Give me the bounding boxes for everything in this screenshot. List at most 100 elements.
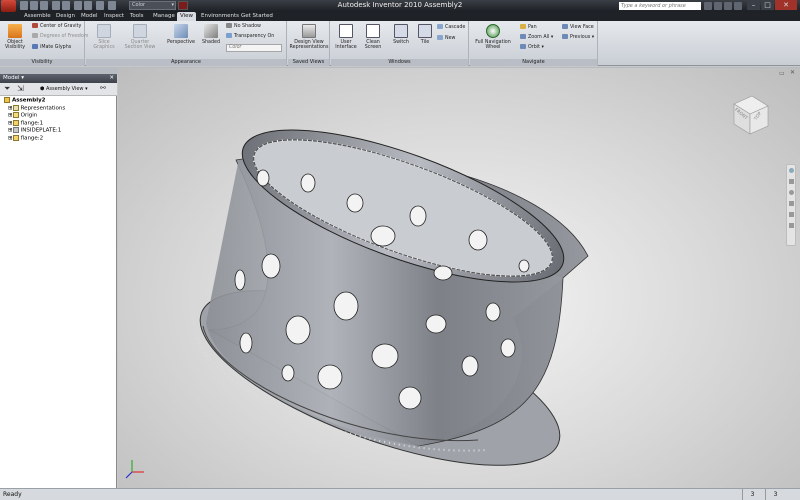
tree-item-label: INSIDEPLATE:1 bbox=[20, 127, 62, 134]
clean-screen-button[interactable]: Clean Screen bbox=[359, 40, 387, 50]
quarter-section-view-icon[interactable] bbox=[133, 24, 147, 38]
new-window-icon bbox=[437, 35, 443, 40]
switch-button[interactable]: Switch bbox=[389, 40, 413, 45]
look-at-icon[interactable] bbox=[788, 212, 794, 217]
slice-graphics-icon[interactable] bbox=[97, 24, 111, 38]
object-visibility-icon[interactable] bbox=[8, 24, 22, 38]
tab-get-started[interactable]: Get Started bbox=[238, 12, 276, 21]
saved-views-panel: Design View Representations Saved Views bbox=[288, 21, 330, 66]
close-button[interactable]: ✕ bbox=[775, 0, 797, 10]
tab-environments[interactable]: Environments bbox=[198, 12, 242, 21]
hierarchy-icon[interactable]: ⇲ bbox=[17, 84, 24, 93]
pan-button[interactable]: Pan bbox=[520, 24, 537, 31]
slice-graphics-button[interactable]: Slice Graphics bbox=[88, 40, 120, 50]
navigation-bar bbox=[786, 164, 796, 246]
browser-tree: Assembly2 ⊞ Representations ⊞ Origin ⊞ flan… bbox=[2, 97, 114, 142]
browser-title: Model bbox=[3, 75, 20, 81]
axis-triad bbox=[125, 460, 144, 479]
close-icon[interactable]: ✕ bbox=[109, 74, 114, 83]
shaded-button[interactable]: Shaded bbox=[199, 40, 223, 45]
object-visibility-button[interactable]: Object Visibility bbox=[1, 40, 29, 50]
pan-label: Pan bbox=[528, 25, 537, 30]
tree-item[interactable]: ⊞ INSIDEPLATE:1 bbox=[4, 127, 116, 135]
view-face-label: View Face bbox=[570, 25, 594, 30]
switch-icon[interactable] bbox=[394, 24, 408, 38]
degrees-of-freedom-button[interactable]: Degrees of Freedom bbox=[32, 33, 88, 40]
close-icon[interactable]: ✕ bbox=[790, 69, 795, 76]
assembly-view-icon: ⬢ bbox=[40, 86, 45, 92]
tree-item[interactable]: ⊞ Representations bbox=[4, 104, 116, 113]
view-face-button[interactable]: View Face bbox=[562, 24, 594, 31]
cascade-label: Cascade bbox=[445, 25, 466, 30]
shaded-icon[interactable] bbox=[204, 24, 218, 38]
binoculars-icon[interactable] bbox=[704, 2, 712, 10]
status-count-2: 3 bbox=[765, 489, 785, 500]
transparency-button[interactable]: Transparency On bbox=[226, 33, 274, 40]
search-input[interactable]: Type a keyword or phrase bbox=[619, 2, 701, 10]
tree-item[interactable]: ⊞ flange:2 bbox=[4, 134, 116, 143]
binoculars-icon[interactable]: ⚯ bbox=[100, 84, 106, 92]
orbit-icon bbox=[520, 44, 526, 49]
view-face-icon[interactable] bbox=[788, 223, 794, 228]
star-icon[interactable] bbox=[724, 2, 732, 10]
tile-button[interactable]: Tile bbox=[415, 40, 435, 45]
perspective-icon[interactable] bbox=[174, 24, 188, 38]
previous-view-button[interactable]: Previous ▾ bbox=[562, 34, 594, 41]
navigation-wheel-icon[interactable] bbox=[486, 24, 500, 38]
visibility-panel-label: Visibility bbox=[0, 59, 84, 66]
model-graphics bbox=[125, 129, 589, 479]
center-of-gravity-label: Center of Gravity bbox=[40, 24, 82, 29]
tab-view[interactable]: View bbox=[177, 12, 197, 21]
previous-view-label: Previous bbox=[570, 35, 591, 40]
user-interface-icon[interactable] bbox=[339, 24, 353, 38]
zoom-all-button[interactable]: Zoom All ▾ bbox=[520, 34, 553, 41]
zoom-all-label: Zoom All bbox=[528, 35, 550, 40]
restore-icon[interactable]: ▭ bbox=[779, 70, 785, 77]
tree-item-label: Origin bbox=[20, 112, 38, 119]
graphics-viewport[interactable]: FRONT TOP ▭ ✕ bbox=[118, 68, 800, 488]
subscription-icon[interactable] bbox=[714, 2, 722, 10]
no-shadow-button[interactable]: No Shadow bbox=[226, 23, 261, 30]
zoom-icon[interactable] bbox=[788, 190, 794, 195]
design-view-representations-button[interactable]: Design View Representations bbox=[288, 40, 330, 50]
maximize-button[interactable]: □ bbox=[761, 0, 774, 10]
perspective-button[interactable]: Perspective bbox=[162, 40, 200, 45]
design-view-representations-icon[interactable] bbox=[302, 24, 316, 38]
center-of-gravity-icon bbox=[32, 23, 38, 28]
minimize-button[interactable]: – bbox=[747, 0, 760, 10]
windows-panel-label: Windows bbox=[331, 59, 468, 66]
pan-icon[interactable] bbox=[788, 179, 794, 184]
tree-item[interactable]: ⊞ flange:1 bbox=[4, 119, 116, 128]
visibility-panel: Object Visibility Center of Gravity Degr… bbox=[0, 21, 88, 66]
imate-glyphs-button[interactable]: iMate Glyphs bbox=[32, 44, 71, 51]
tile-icon[interactable] bbox=[418, 24, 432, 38]
tab-model[interactable]: Model bbox=[78, 12, 101, 21]
tab-design[interactable]: Design bbox=[53, 12, 78, 21]
tab-manage[interactable]: Manage bbox=[150, 12, 178, 21]
chevron-down-icon[interactable]: ▾ bbox=[21, 75, 24, 81]
viewcube[interactable]: FRONT TOP bbox=[730, 94, 770, 136]
status-count-1: 3 bbox=[742, 489, 762, 500]
tree-item[interactable]: ⊞ Origin bbox=[4, 112, 116, 120]
filter-icon[interactable]: ⏷ bbox=[4, 84, 10, 94]
steering-wheel-icon[interactable] bbox=[788, 168, 794, 173]
cascade-button[interactable]: Cascade bbox=[437, 24, 465, 31]
new-window-button[interactable]: New bbox=[437, 35, 455, 42]
assembly-view-label: Assembly View bbox=[45, 86, 84, 92]
folder-icon bbox=[12, 112, 19, 118]
browser-toolbar: ⏷ ⇲ ⬢ Assembly View ▾ ⚯ bbox=[0, 83, 117, 96]
tree-item-root[interactable]: Assembly2 bbox=[4, 97, 116, 105]
user-interface-button[interactable]: User Interface bbox=[333, 40, 359, 50]
tab-inspect[interactable]: Inspect bbox=[101, 12, 127, 21]
orbit-icon[interactable] bbox=[788, 201, 794, 206]
quarter-section-view-button[interactable]: Quarter Section View bbox=[122, 40, 158, 50]
tab-tools[interactable]: Tools bbox=[127, 12, 147, 21]
clean-screen-icon[interactable] bbox=[366, 24, 380, 38]
center-of-gravity-button[interactable]: Center of Gravity bbox=[32, 23, 81, 30]
orbit-button[interactable]: Orbit ▾ bbox=[520, 44, 544, 51]
color-override-dropdown[interactable]: Color bbox=[226, 44, 282, 52]
help-icon[interactable] bbox=[734, 2, 742, 10]
full-navigation-wheel-button[interactable]: Full Navigation Wheel bbox=[470, 40, 516, 50]
tab-assemble[interactable]: Assemble bbox=[21, 12, 54, 21]
browser-view-dropdown[interactable]: ⬢ Assembly View ▾ bbox=[40, 85, 96, 93]
